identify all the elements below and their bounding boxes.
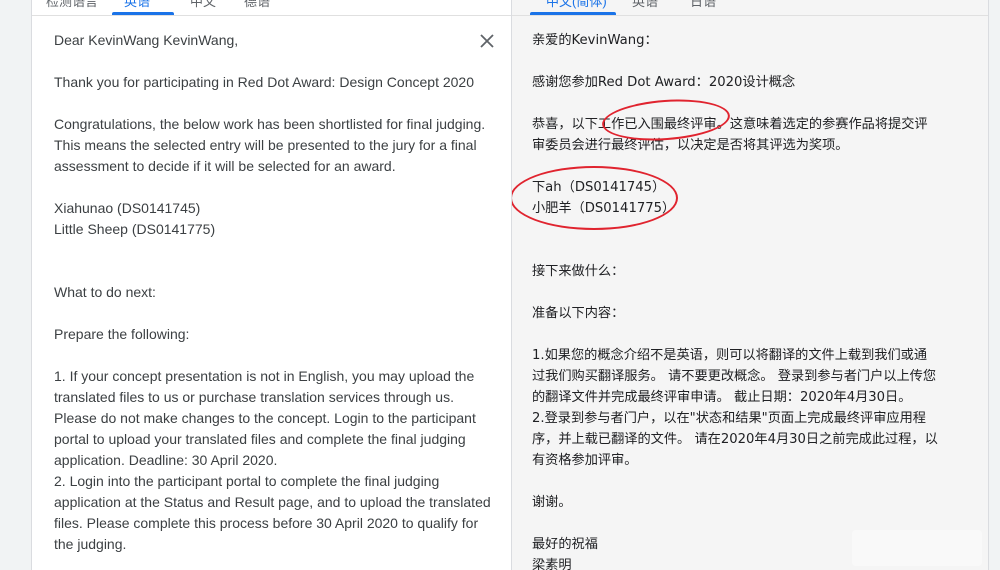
active-tab-indicator bbox=[112, 12, 174, 15]
translation-next: 接下来做什么： bbox=[532, 264, 625, 279]
translation-greeting: 亲爱的KevinWang： bbox=[532, 33, 658, 48]
source-congrats: Congratulations, the below work has been… bbox=[54, 116, 486, 174]
translation-signature: 梁素明 bbox=[532, 558, 572, 570]
translation-regards: 最好的祝福 bbox=[532, 537, 598, 552]
active-tab-indicator bbox=[530, 12, 616, 15]
translation-congrats: 恭喜，以下工作已入围最终评审。这意味着选定的参赛作品将提交评 审委员会进行最终评… bbox=[532, 117, 928, 153]
source-works: Xiahunao (DS0141745) Little Sheep (DS014… bbox=[54, 200, 216, 237]
translation-panel[interactable]: 中文(简体) 英语 日语 亲爱的KevinWang： 感谢您参加Red Dot … bbox=[512, 0, 989, 570]
watermark bbox=[852, 530, 982, 566]
tab-english[interactable]: 英语 bbox=[124, 0, 150, 10]
translation-works: 下ah（DS0141745） 小肥羊（DS0141775） bbox=[532, 180, 676, 216]
source-steps: 1. If your concept presentation is not i… bbox=[54, 368, 491, 552]
source-panel[interactable]: 检测语言 英语 中文 德语 Dear KevinWang KevinWang, … bbox=[31, 0, 512, 570]
translation-prepare: 准备以下内容： bbox=[532, 306, 625, 321]
source-greeting: Dear KevinWang KevinWang, bbox=[54, 32, 239, 48]
translation-thanks-short: 谢谢。 bbox=[532, 495, 572, 510]
tab-german[interactable]: 德语 bbox=[244, 0, 270, 10]
target-language-tabs: 中文(简体) 英语 日语 bbox=[512, 0, 988, 16]
translation-thanks: 感谢您参加Red Dot Award：2020设计概念 bbox=[532, 75, 796, 90]
tab-japanese[interactable]: 日语 bbox=[690, 0, 716, 10]
source-prepare: Prepare the following: bbox=[54, 326, 190, 342]
tab-chinese-simplified[interactable]: 中文(简体) bbox=[546, 0, 607, 10]
source-next: What to do next: bbox=[54, 284, 156, 300]
translation-steps: 1.如果您的概念介绍不是英语，则可以将翻译的文件上载到我们或通 过我们购买翻译服… bbox=[532, 348, 938, 468]
tab-detect-language[interactable]: 检测语言 bbox=[46, 0, 98, 10]
tab-english[interactable]: 英语 bbox=[632, 0, 658, 10]
source-language-tabs: 检测语言 英语 中文 德语 bbox=[32, 0, 511, 16]
page-edge bbox=[989, 0, 1000, 570]
source-thanks: Thank you for participating in Red Dot A… bbox=[54, 74, 474, 90]
close-icon[interactable] bbox=[477, 31, 497, 51]
tab-chinese[interactable]: 中文 bbox=[190, 0, 216, 10]
